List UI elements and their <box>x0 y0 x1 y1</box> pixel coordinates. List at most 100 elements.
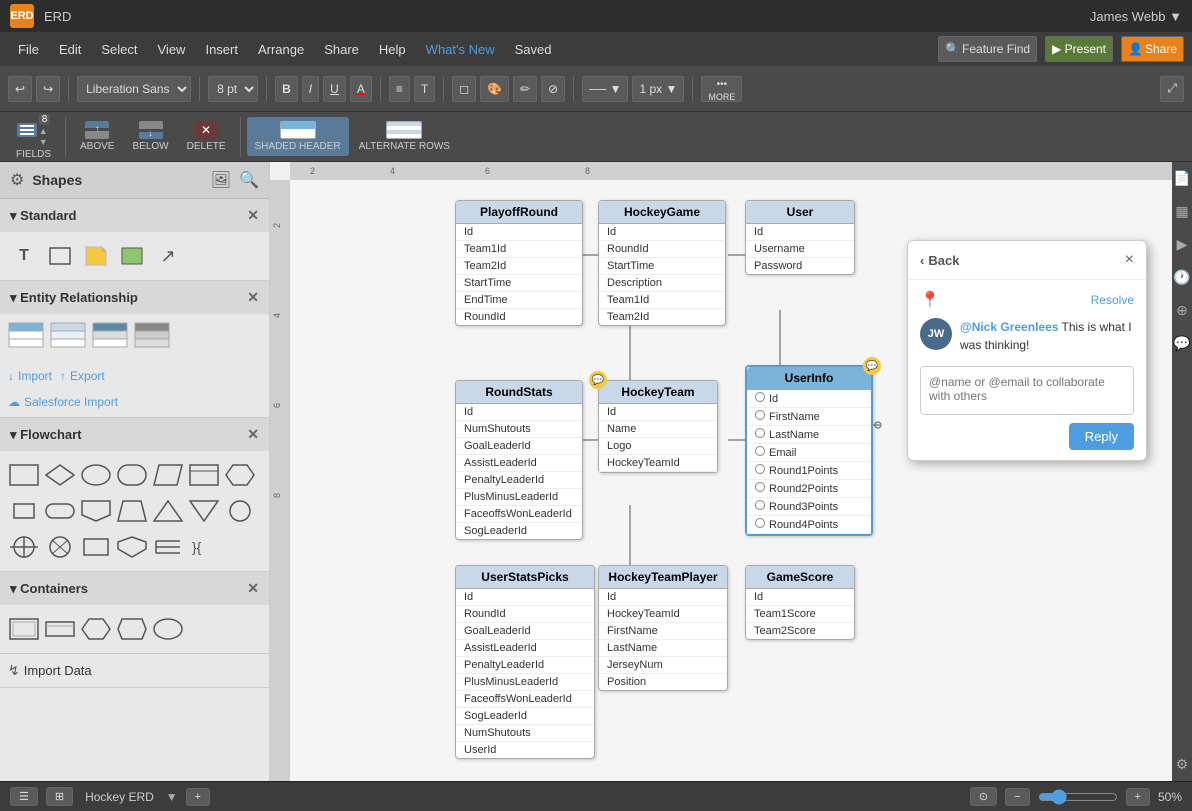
pen-btn[interactable]: ✏ <box>513 76 537 102</box>
fill-btn[interactable]: ◻ <box>452 76 476 102</box>
rect-shape[interactable] <box>44 240 76 272</box>
diagram-area[interactable]: PlayoffRound Id Team1Id Team2Id StartTim… <box>290 180 1172 781</box>
fc-trapezoid[interactable] <box>116 495 148 527</box>
fc-shield[interactable] <box>116 531 148 563</box>
hockey-team-table[interactable]: HockeyTeam Id Name Logo HockeyTeamId 💬 <box>598 380 718 473</box>
image-icon[interactable]: 🖼 <box>211 170 231 190</box>
font-color-btn[interactable]: A <box>350 76 372 102</box>
fc-oval[interactable] <box>80 459 112 491</box>
comment-back-btn[interactable]: ‹ Back <box>920 253 1125 268</box>
cont-5[interactable] <box>152 613 184 645</box>
underline-btn[interactable]: U <box>323 76 346 102</box>
canvas[interactable]: 2 4 6 8 2 4 6 8 <box>270 162 1172 781</box>
menu-arrange[interactable]: Arrange <box>248 32 314 66</box>
user-info-table[interactable]: UserInfo Id FirstName LastName Email Rou… <box>745 365 873 536</box>
fc-cross[interactable] <box>8 531 40 563</box>
fc-inv-triangle[interactable] <box>188 495 220 527</box>
fc-pentagon[interactable] <box>80 495 112 527</box>
fc-circle[interactable] <box>224 495 256 527</box>
game-score-table[interactable]: GameScore Id Team1Score Team2Score <box>745 565 855 640</box>
fc-diamond[interactable] <box>44 459 76 491</box>
er-shape-1[interactable] <box>8 322 44 353</box>
er-shape-4[interactable] <box>134 322 170 353</box>
user-table[interactable]: User Id Username Password <box>745 200 855 275</box>
fc-hexagon[interactable] <box>224 459 256 491</box>
menu-edit[interactable]: Edit <box>49 32 91 66</box>
er-header[interactable]: ▾ Entity Relationship ✕ <box>0 281 269 314</box>
panel-btn-6[interactable]: 💬 <box>1169 331 1192 356</box>
panel-btn-3[interactable]: ▶ <box>1173 232 1192 257</box>
containers-header[interactable]: ▾ Containers ✕ <box>0 572 269 605</box>
line-width-btn[interactable]: 1 px ▼ <box>632 76 684 102</box>
text-shape[interactable]: T <box>8 240 40 272</box>
strike-btn[interactable]: T <box>414 76 435 102</box>
fc-rect[interactable] <box>8 459 40 491</box>
comment-close-btn[interactable]: × <box>1125 251 1134 269</box>
note-shape[interactable] <box>80 240 112 272</box>
zoom-out-btn[interactable]: − <box>1005 788 1029 806</box>
round-stats-table[interactable]: RoundStats Id NumShutouts GoalLeaderId A… <box>455 380 583 540</box>
standard-close[interactable]: ✕ <box>247 207 259 224</box>
standard-header[interactable]: ▾ Standard ✕ <box>0 199 269 232</box>
below-btn[interactable]: ↓ BELOW <box>124 117 176 156</box>
fc-list[interactable] <box>152 531 184 563</box>
cont-4[interactable] <box>116 613 148 645</box>
more-btn[interactable]: ••• MORE <box>701 76 742 102</box>
menu-whats-new[interactable]: What's New <box>416 32 505 66</box>
fields-btn[interactable]: 8 ▲ ▼ FIELDS <box>8 110 59 164</box>
bold-btn[interactable]: B <box>275 76 298 102</box>
fc-rounded[interactable] <box>116 459 148 491</box>
flowchart-close[interactable]: ✕ <box>247 426 259 443</box>
font-size-select[interactable]: 8 pt <box>208 76 258 102</box>
cont-2[interactable] <box>44 613 76 645</box>
salesforce-import-btn[interactable]: ☁Salesforce Import <box>8 395 261 409</box>
menu-share[interactable]: Share <box>314 32 369 66</box>
grid-view-btn[interactable]: ⊞ <box>46 787 73 806</box>
import-data-btn[interactable]: ↯ Import Data <box>0 653 269 687</box>
fc-double-brace[interactable]: }{ <box>188 531 220 563</box>
center-diagram-btn[interactable]: ⊙ <box>970 787 997 806</box>
shaded-header-btn[interactable]: SHADED HEADER <box>247 117 349 156</box>
delete-field-btn[interactable]: ✕ DELETE <box>179 117 234 156</box>
zoom-in-btn[interactable]: + <box>1126 788 1150 806</box>
add-page-btn[interactable]: + <box>186 788 210 806</box>
search-icon[interactable]: 🔍 <box>239 170 259 190</box>
colored-rect-shape[interactable] <box>116 240 148 272</box>
panel-btn-1[interactable]: 📄 <box>1169 166 1192 191</box>
fullscreen-btn[interactable]: ⤢ <box>1160 76 1184 102</box>
menu-saved[interactable]: Saved <box>505 32 562 66</box>
redo-btn[interactable]: ↪ <box>36 76 60 102</box>
flowchart-header[interactable]: ▾ Flowchart ✕ <box>0 418 269 451</box>
shadow-btn[interactable]: ⊘ <box>541 76 565 102</box>
font-select[interactable]: Liberation Sans <box>77 76 191 102</box>
export-btn[interactable]: ↑Export <box>60 369 105 383</box>
import-btn[interactable]: ↓Import <box>8 369 52 383</box>
comment-input[interactable] <box>929 375 1125 403</box>
hockey-game-table[interactable]: HockeyGame Id RoundId StartTime Descript… <box>598 200 726 326</box>
playoff-round-table[interactable]: PlayoffRound Id Team1Id Team2Id StartTim… <box>455 200 583 326</box>
cont-3[interactable] <box>80 613 112 645</box>
italic-btn[interactable]: I <box>302 76 319 102</box>
cont-1[interactable] <box>8 613 40 645</box>
reply-btn[interactable]: Reply <box>1069 423 1134 450</box>
panel-btn-7[interactable]: ⚙ <box>1172 752 1192 777</box>
above-btn[interactable]: ↑ ABOVE <box>72 117 122 156</box>
fc-parallelogram[interactable] <box>152 459 184 491</box>
menu-help[interactable]: Help <box>369 32 416 66</box>
comment-input-area[interactable] <box>920 366 1134 415</box>
er-close[interactable]: ✕ <box>247 289 259 306</box>
er-shape-3[interactable] <box>92 322 128 353</box>
line-style-btn[interactable]: ── ▼ <box>582 76 628 102</box>
fc-x-circle[interactable] <box>44 531 76 563</box>
alternate-rows-btn[interactable]: ALTERNATE ROWS <box>351 117 458 156</box>
hockey-team-player-table[interactable]: HockeyTeamPlayer Id HockeyTeamId FirstNa… <box>598 565 728 691</box>
arrow-shape[interactable]: ↗ <box>152 240 184 272</box>
menu-insert[interactable]: Insert <box>195 32 248 66</box>
share-btn[interactable]: 👤 Share <box>1121 36 1184 62</box>
panel-btn-5[interactable]: ⊕ <box>1172 298 1192 323</box>
fc-rounded2[interactable] <box>44 495 76 527</box>
fc-small-rect[interactable] <box>8 495 40 527</box>
menu-file[interactable]: File <box>8 32 49 66</box>
undo-btn[interactable]: ↩ <box>8 76 32 102</box>
zoom-slider[interactable] <box>1038 789 1118 805</box>
